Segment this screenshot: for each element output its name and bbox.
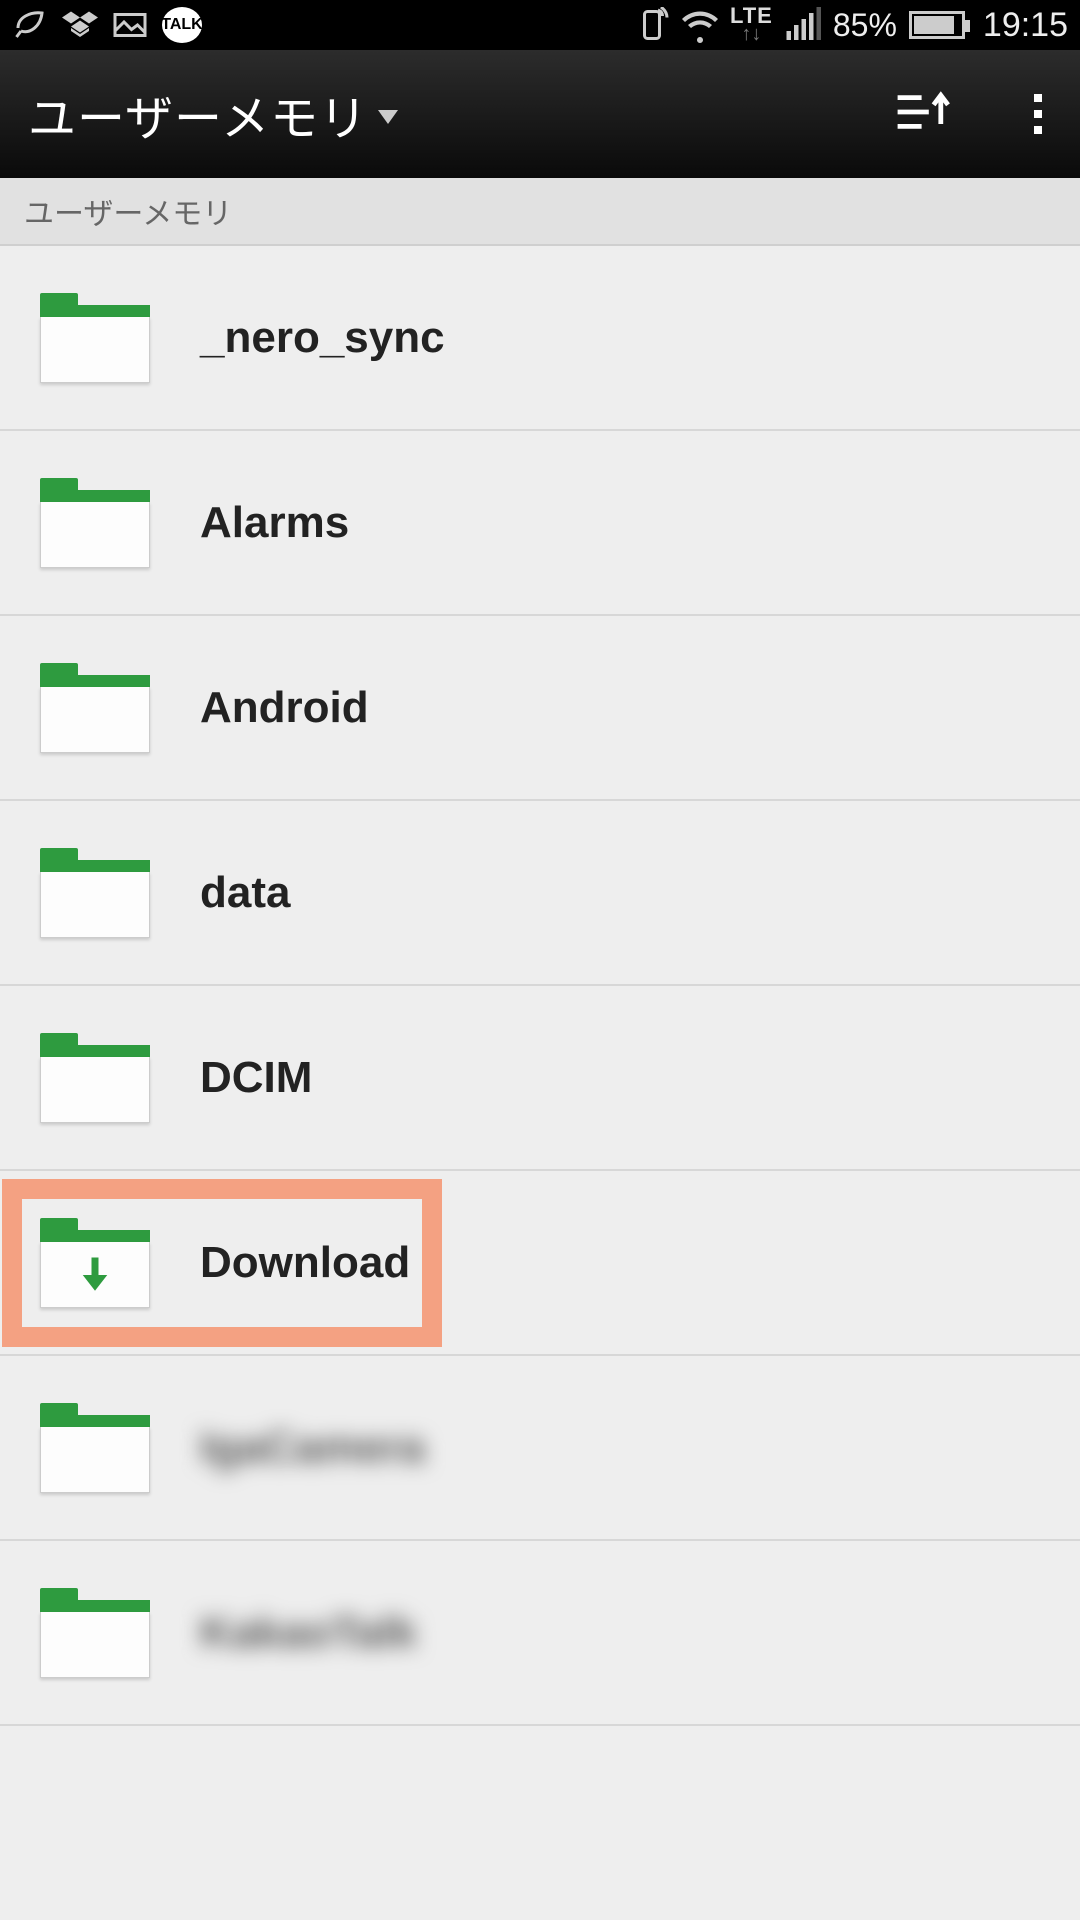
folder-icon xyxy=(40,1403,150,1493)
file-list: _nero_sync Alarms Android data DCIM Download I… xyxy=(0,246,1080,1726)
action-bar: ユーザーメモリ xyxy=(0,50,1080,178)
clock: 19:15 xyxy=(983,6,1068,45)
folder-icon xyxy=(40,1033,150,1123)
folder-name: _nero_sync xyxy=(200,313,445,363)
folder-row[interactable]: data xyxy=(0,801,1080,986)
lte-indicator: LTE ↑↓ xyxy=(730,7,773,43)
breadcrumb[interactable]: ユーザーメモリ xyxy=(0,178,1080,246)
storage-selector[interactable]: ユーザーメモリ xyxy=(28,79,398,149)
folder-name: Android xyxy=(200,683,369,733)
folder-name: data xyxy=(200,868,290,918)
wifi-icon xyxy=(682,7,718,43)
action-bar-title: ユーザーメモリ xyxy=(28,79,368,149)
status-bar: TALK LTE ↑↓ 85% 19:15 xyxy=(0,0,1080,50)
folder-row[interactable]: Alarms xyxy=(0,431,1080,616)
folder-icon xyxy=(40,293,150,383)
folder-row[interactable]: KakaoTalk xyxy=(0,1541,1080,1726)
overflow-menu-button[interactable] xyxy=(1024,94,1052,134)
folder-row[interactable]: Download xyxy=(0,1171,1080,1356)
chevron-down-icon xyxy=(378,110,398,124)
sort-button[interactable] xyxy=(894,88,954,141)
folder-icon xyxy=(40,848,150,938)
folder-icon xyxy=(40,478,150,568)
folder-icon xyxy=(40,1588,150,1678)
signal-icon xyxy=(785,7,821,43)
folder-icon xyxy=(40,663,150,753)
status-right-icons: LTE ↑↓ 85% 19:15 xyxy=(634,6,1068,45)
battery-icon xyxy=(909,11,965,39)
folder-row[interactable]: IgaCamera xyxy=(0,1356,1080,1541)
highlight-annotation xyxy=(2,1179,442,1347)
battery-percent: 85% xyxy=(833,7,897,44)
picture-icon xyxy=(112,7,148,43)
folder-row[interactable]: _nero_sync xyxy=(0,246,1080,431)
leaf-icon xyxy=(12,7,48,43)
lte-arrows-icon: ↑↓ xyxy=(730,26,773,43)
breadcrumb-path: ユーザーメモリ xyxy=(24,189,232,233)
vibrate-icon xyxy=(634,7,670,43)
dropbox-icon xyxy=(62,7,98,43)
folder-name: IgaCamera xyxy=(200,1423,425,1473)
talk-icon: TALK xyxy=(162,7,202,43)
folder-row[interactable]: Android xyxy=(0,616,1080,801)
folder-name: DCIM xyxy=(200,1053,312,1103)
folder-name: Alarms xyxy=(200,498,349,548)
status-left-icons: TALK xyxy=(12,7,202,43)
folder-row[interactable]: DCIM xyxy=(0,986,1080,1171)
folder-name: KakaoTalk xyxy=(200,1608,417,1658)
